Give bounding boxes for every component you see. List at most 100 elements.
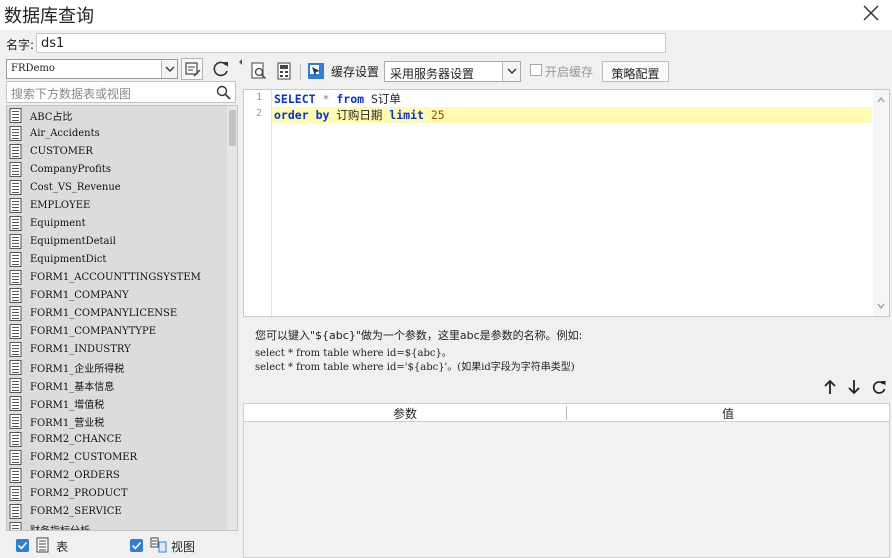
code-line-2[interactable]: order by 订购日期 limit 25 bbox=[272, 107, 872, 123]
list-filter-bar: 表 视图 bbox=[4, 533, 238, 558]
parameter-tools bbox=[822, 378, 892, 398]
table-name: FORM1_ACCOUNTTINGSYSTEM bbox=[30, 271, 201, 283]
close-icon[interactable] bbox=[860, 2, 882, 24]
list-item[interactable]: FORM2_ORDERS bbox=[7, 466, 227, 484]
list-item[interactable]: FORM1_基本信息 bbox=[7, 376, 227, 394]
table-icon bbox=[9, 125, 22, 141]
table-name: EquipmentDetail bbox=[30, 235, 116, 247]
table-list-scroll-thumb[interactable] bbox=[229, 110, 236, 146]
move-down-icon[interactable] bbox=[846, 378, 862, 396]
collapse-arrow-icon[interactable] bbox=[238, 57, 243, 77]
sql-identifier: 订购日期 bbox=[336, 108, 383, 122]
list-item[interactable]: FORM2_PRODUCT bbox=[7, 484, 227, 502]
chevron-down-icon[interactable] bbox=[161, 60, 177, 78]
list-item[interactable]: Equipment bbox=[7, 214, 227, 232]
parameter-example-2: select * from table where id='${abc}'。(如… bbox=[255, 362, 575, 373]
list-item[interactable]: FORM1_增值税 bbox=[7, 394, 227, 412]
database-browser-panel: FRDemo 搜索下方数据表或视图 ABC占比 Air_Accidents CUST… bbox=[4, 57, 238, 558]
sql-editor[interactable]: 1 2 SELECT * from S订单 order by 订购日期 limi… bbox=[243, 89, 890, 317]
table-name: Cost_VS_Revenue bbox=[30, 181, 121, 193]
table-name: FORM1_企业所得税 bbox=[30, 363, 125, 375]
table-list-scrollbar[interactable] bbox=[227, 106, 237, 530]
table-icon bbox=[9, 449, 22, 465]
list-item[interactable]: FORM1_COMPANYLICENSE bbox=[7, 304, 227, 322]
list-item[interactable]: FORM1_营业税 bbox=[7, 412, 227, 430]
sql-format-icon[interactable] bbox=[275, 62, 293, 80]
sql-keyword: by bbox=[315, 108, 330, 122]
table-icon bbox=[9, 287, 22, 303]
database-manage-button[interactable] bbox=[181, 58, 203, 80]
view-icon bbox=[150, 537, 167, 553]
parameter-table[interactable]: 参数 值 bbox=[243, 403, 890, 558]
strategy-config-button[interactable]: 策略配置 bbox=[602, 61, 669, 82]
table-icon bbox=[9, 323, 22, 339]
cache-mode-select[interactable]: 采用服务器设置 bbox=[384, 61, 521, 82]
list-item[interactable]: EquipmentDetail bbox=[7, 232, 227, 250]
show-tables-checkbox[interactable] bbox=[16, 539, 29, 552]
table-list[interactable]: ABC占比 Air_Accidents CUSTOMER CompanyProfits… bbox=[6, 105, 238, 531]
list-item[interactable]: FORM2_SERVICE bbox=[7, 502, 227, 520]
refresh-icon[interactable] bbox=[871, 378, 887, 396]
line-number-gutter: 1 2 bbox=[244, 90, 272, 316]
list-item[interactable]: Air_Accidents bbox=[7, 124, 227, 142]
sql-number: 25 bbox=[430, 108, 445, 122]
scroll-down-icon[interactable] bbox=[877, 302, 885, 310]
table-icon bbox=[9, 377, 22, 393]
table-name: 财务指标分析 bbox=[30, 525, 90, 531]
table-icon bbox=[9, 269, 22, 285]
table-search-input[interactable]: 搜索下方数据表或视图 bbox=[6, 81, 236, 103]
table-icon bbox=[9, 107, 22, 123]
table-name: FORM2_ORDERS bbox=[30, 469, 120, 481]
table-name: CUSTOMER bbox=[30, 145, 93, 157]
editor-scrollbar[interactable] bbox=[873, 90, 889, 316]
list-item[interactable]: EMPLOYEE bbox=[7, 196, 227, 214]
parameter-hint: 您可以键入"${abc}"做为一个参数，这里abc是参数的名称。例如: bbox=[255, 329, 583, 342]
list-item[interactable]: FORM1_企业所得税 bbox=[7, 358, 227, 376]
table-name: FORM1_营业税 bbox=[30, 417, 105, 429]
list-item[interactable]: 财务指标分析 bbox=[7, 520, 227, 531]
table-name: FORM1_COMPANY bbox=[30, 289, 129, 301]
database-select[interactable]: FRDemo bbox=[6, 59, 178, 79]
table-name: FORM1_增值税 bbox=[30, 399, 105, 411]
search-icon[interactable] bbox=[216, 85, 231, 100]
table-name: Air_Accidents bbox=[30, 127, 100, 139]
list-item[interactable]: CUSTOMER bbox=[7, 142, 227, 160]
move-up-icon[interactable] bbox=[822, 378, 838, 396]
list-item[interactable]: ABC占比 bbox=[7, 106, 227, 124]
parameter-table-header: 参数 值 bbox=[244, 404, 889, 422]
list-item[interactable]: FORM1_COMPANY bbox=[7, 286, 227, 304]
list-item[interactable]: FORM1_ACCOUNTTINGSYSTEM bbox=[7, 268, 227, 286]
sql-identifier: S订单 bbox=[371, 92, 401, 106]
column-header-value[interactable]: 值 bbox=[567, 405, 889, 422]
show-views-checkbox[interactable] bbox=[130, 539, 143, 552]
enable-cache-label: 开启缓存 bbox=[545, 65, 594, 79]
database-edit-icon bbox=[185, 62, 201, 77]
chevron-down-icon[interactable] bbox=[502, 62, 520, 81]
table-icon bbox=[9, 503, 22, 519]
toolbar-divider bbox=[300, 64, 301, 80]
preview-icon[interactable] bbox=[250, 62, 268, 80]
sql-keyword: limit bbox=[389, 108, 424, 122]
sql-keyword: SELECT bbox=[274, 92, 316, 106]
table-icon bbox=[9, 341, 22, 357]
list-item[interactable]: FORM1_COMPANYTYPE bbox=[7, 322, 227, 340]
enable-cache-checkbox[interactable] bbox=[530, 64, 542, 76]
column-header-param[interactable]: 参数 bbox=[244, 405, 566, 422]
window-title: 数据库查询 bbox=[4, 6, 94, 27]
cache-settings-icon[interactable] bbox=[307, 62, 325, 80]
table-icon bbox=[9, 143, 22, 159]
name-input[interactable]: ds1 bbox=[36, 33, 666, 53]
scroll-up-icon[interactable] bbox=[877, 96, 885, 104]
code-line-1[interactable]: SELECT * from S订单 bbox=[272, 91, 401, 107]
list-item[interactable]: FORM2_CHANCE bbox=[7, 430, 227, 448]
list-item[interactable]: FORM2_CUSTOMER bbox=[7, 448, 227, 466]
table-icon bbox=[9, 413, 22, 429]
list-item[interactable]: FORM1_INDUSTRY bbox=[7, 340, 227, 358]
list-item[interactable]: EquipmentDict bbox=[7, 250, 227, 268]
table-list-rows: ABC占比 Air_Accidents CUSTOMER CompanyProfits… bbox=[7, 106, 227, 531]
list-item[interactable]: CompanyProfits bbox=[7, 160, 227, 178]
refresh-button[interactable] bbox=[210, 58, 232, 80]
table-name: FORM2_CHANCE bbox=[30, 433, 122, 445]
table-icon bbox=[9, 161, 22, 177]
list-item[interactable]: Cost_VS_Revenue bbox=[7, 178, 227, 196]
